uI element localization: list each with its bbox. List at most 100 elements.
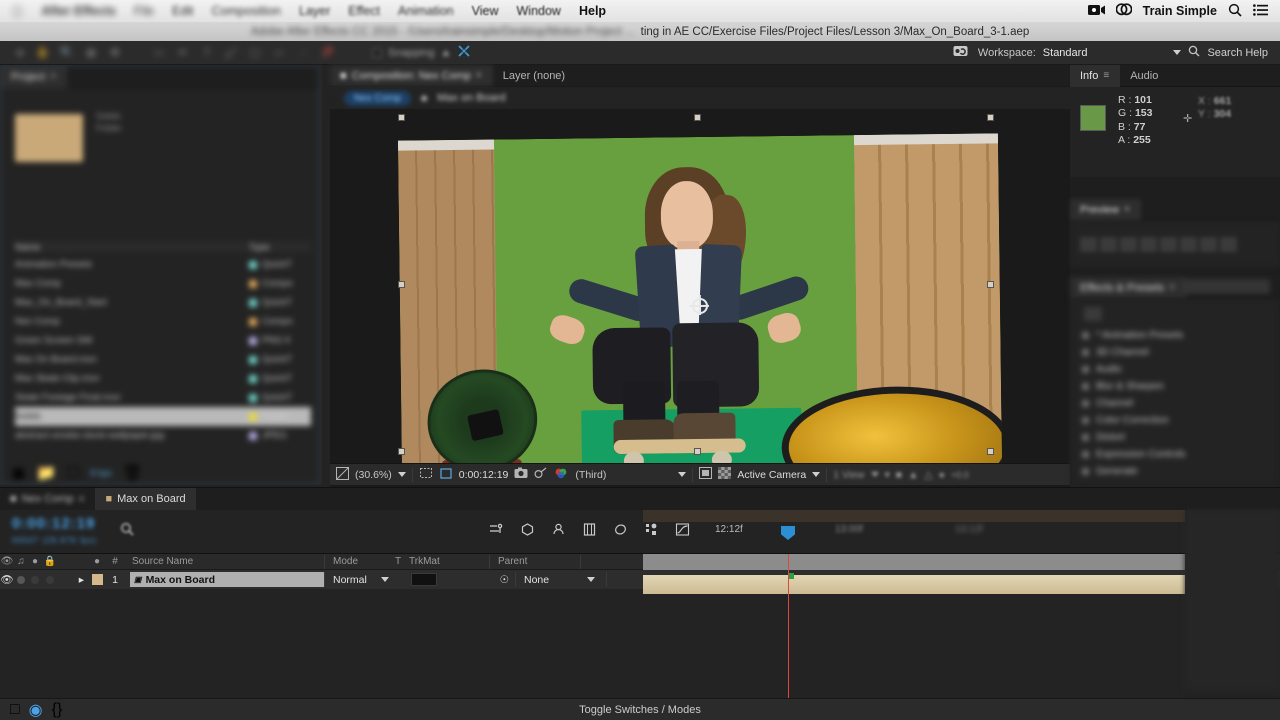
first-frame-button[interactable]	[1080, 236, 1097, 252]
list-item[interactable]: Green Screen Still PNG fi	[15, 331, 311, 350]
screen-record-icon[interactable]	[1087, 4, 1105, 19]
project-col-type[interactable]: Type	[249, 242, 311, 253]
menu-composition[interactable]: Composition	[203, 0, 290, 22]
layer-solo-switch[interactable]	[28, 575, 42, 584]
loop-button[interactable]	[1180, 236, 1197, 252]
column-header-t[interactable]: T	[395, 556, 409, 567]
list-item[interactable]: * Animation Presets	[1082, 327, 1270, 344]
snapping-checkbox[interactable]	[372, 47, 382, 58]
color-depth-label[interactable]: 8 bpc	[90, 468, 112, 478]
search-help-field[interactable]: Search Help	[1207, 47, 1268, 59]
tab-preview[interactable]: Preview ≡	[1070, 198, 1141, 221]
layer-video-switch[interactable]: 👁	[0, 573, 14, 586]
tab-info[interactable]: Info ≡	[1070, 64, 1121, 87]
clone-stamp-tool-icon[interactable]: ▢	[244, 44, 266, 62]
layer-blend-mode[interactable]: Normal	[325, 574, 409, 586]
workspace-value[interactable]: Standard	[1043, 47, 1088, 59]
exposure-value[interactable]: +0.0	[951, 470, 969, 480]
list-item[interactable]: Animation Presets QuickT	[15, 255, 311, 274]
tab-project[interactable]: Project ≡	[1, 65, 68, 88]
pan-behind-tool-icon[interactable]: ✚	[104, 44, 126, 62]
comp-flowchart-icon[interactable]: △	[925, 469, 933, 481]
show-snapshot-icon[interactable]	[534, 467, 548, 482]
layer-label-color[interactable]	[88, 574, 106, 585]
list-item[interactable]: Nex Comp Compo	[15, 312, 311, 331]
channel-rgb-icon[interactable]	[554, 467, 569, 482]
preview-transport-controls[interactable]	[1070, 221, 1280, 267]
notification-center-icon[interactable]	[1253, 3, 1268, 19]
layer-preserve-transparency[interactable]	[409, 573, 439, 586]
menu-bar-user-name[interactable]: Train Simple	[1143, 4, 1217, 18]
menu-after-effects[interactable]: After Effects	[33, 0, 125, 22]
selection-handle-bl[interactable]	[398, 448, 405, 455]
play-button[interactable]	[1120, 236, 1137, 252]
magnification-value[interactable]: (30.6%)	[355, 469, 392, 481]
active-camera-value[interactable]: Active Camera	[737, 469, 806, 481]
selection-tool-icon[interactable]: ◄	[8, 44, 30, 62]
brush-tool-icon[interactable]: 🖌	[220, 44, 242, 62]
list-item[interactable]: Blur & Sharpen	[1082, 378, 1270, 395]
workspace-switch-icon[interactable]	[953, 45, 971, 61]
project-item-list[interactable]: Name Type Animation Presets QuickT Max C…	[15, 241, 311, 445]
list-item[interactable]: Skate Footage Final.mov QuickT	[15, 388, 311, 407]
timeline-right-scroll-pane[interactable]	[1185, 510, 1280, 690]
tab-effects-presets[interactable]: Effects & Presets ≡	[1070, 276, 1187, 299]
selection-handle-ml[interactable]	[398, 281, 405, 288]
effects-search-input[interactable]	[1182, 279, 1270, 294]
ram-preview-button[interactable]	[1220, 236, 1237, 252]
choose-grid-guides-icon[interactable]	[419, 467, 433, 483]
selection-handle-br[interactable]	[987, 448, 994, 455]
list-item[interactable]: Audio	[1082, 361, 1270, 378]
workspace-dropdown-icon[interactable]	[1173, 50, 1182, 55]
transform-gizmo-icon[interactable]	[457, 44, 471, 61]
toggle-transparency-grid-icon[interactable]	[718, 467, 732, 482]
menu-animation[interactable]: Animation	[389, 0, 463, 22]
roto-brush-tool-icon[interactable]: ◌	[292, 44, 314, 62]
selection-handle-tl[interactable]	[398, 114, 405, 121]
layer-parent[interactable]: None	[516, 574, 606, 586]
preview-panel-menu-icon[interactable]: ≡	[1124, 204, 1131, 215]
layer-expand-arrow[interactable]: ▸	[58, 574, 88, 586]
pixel-aspect-correction-icon[interactable]: ▾	[885, 469, 890, 481]
prev-frame-button[interactable]	[1100, 236, 1117, 252]
list-item[interactable]: Channel	[1082, 395, 1270, 412]
list-item-selected[interactable]: Solids Folder	[15, 407, 311, 426]
effects-panel-menu-icon[interactable]: ≡	[1169, 282, 1176, 293]
column-header-parent[interactable]: Parent	[490, 556, 580, 567]
column-header-trkmat[interactable]: TrkMat	[409, 556, 489, 567]
layer-trkmat-value[interactable]: ☉	[439, 574, 515, 586]
menu-help[interactable]: Help	[570, 0, 615, 22]
layer-audio-switch[interactable]	[14, 575, 28, 584]
column-header-source-name[interactable]: Source Name	[124, 556, 324, 567]
toggle-switches-modes-label[interactable]: Toggle Switches / Modes	[0, 704, 1280, 716]
puppet-pin-tool-icon[interactable]: 📌	[316, 44, 338, 62]
layer-duration-bar[interactable]	[643, 575, 1185, 594]
menu-layer[interactable]: Layer	[290, 0, 339, 22]
selection-handle-tr[interactable]	[987, 114, 994, 121]
magnification-icon[interactable]	[336, 466, 349, 483]
orbit-camera-tool-icon[interactable]: ◉	[80, 44, 102, 62]
search-help-icon[interactable]	[1188, 45, 1200, 60]
tab-timeline-nex-comp[interactable]: ■ Nex Comp ≡	[0, 488, 95, 510]
selection-handle-mr[interactable]	[987, 281, 994, 288]
tab-layer[interactable]: Layer (none)	[493, 65, 575, 87]
fast-previews-icon[interactable]: ■	[896, 469, 902, 481]
take-snapshot-icon[interactable]	[514, 467, 528, 482]
menu-window[interactable]: Window	[508, 0, 570, 22]
new-folder-icon[interactable]: 📁	[36, 463, 56, 483]
tab-timeline-max-on-board[interactable]: ■ Max on Board	[95, 488, 196, 510]
draft-3d-icon[interactable]	[520, 522, 535, 538]
rectangle-tool-icon[interactable]: ▭	[148, 44, 170, 62]
timeline-current-timecode[interactable]: 0:00:12:19 00507 (29.976 fps)	[12, 515, 97, 549]
spotlight-search-icon[interactable]	[1228, 3, 1242, 20]
timeline-button-icon[interactable]: ▲	[908, 469, 918, 481]
effects-search-icon[interactable]	[1084, 307, 1102, 321]
active-camera-dropdown-icon[interactable]	[812, 472, 821, 477]
anchor-point-icon[interactable]	[691, 297, 709, 315]
menu-file[interactable]: File	[125, 0, 163, 22]
last-frame-button[interactable]	[1160, 236, 1177, 252]
list-item[interactable]: Max Comp Compo	[15, 274, 311, 293]
zoom-tool-icon[interactable]: 🔍	[56, 44, 78, 62]
effects-category-list[interactable]: * Animation Presets 3D Channel Audio Blu…	[1070, 299, 1280, 485]
region-of-interest-toggle-icon[interactable]	[699, 467, 713, 482]
